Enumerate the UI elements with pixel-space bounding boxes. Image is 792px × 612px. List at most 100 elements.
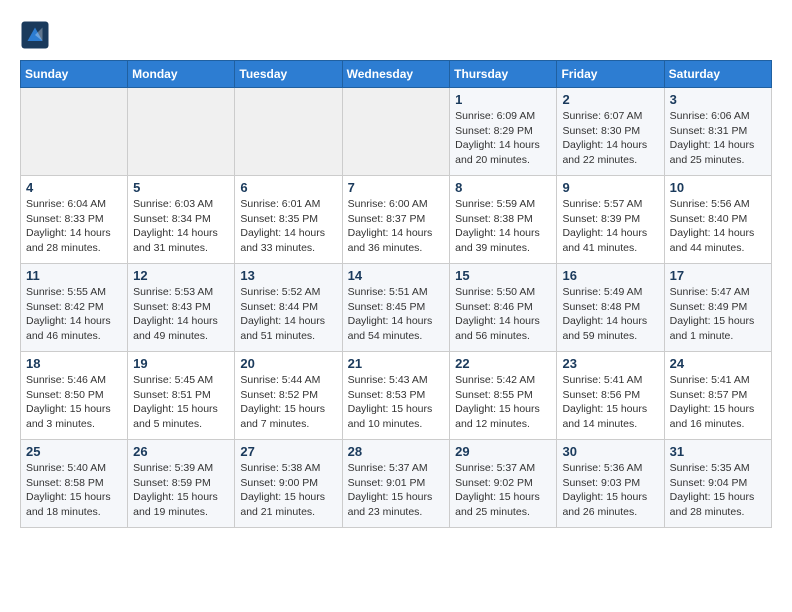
- day-number: 18: [26, 356, 122, 371]
- day-info: Sunrise: 5:45 AMSunset: 8:51 PMDaylight:…: [133, 373, 229, 432]
- calendar-cell: 29 Sunrise: 5:37 AMSunset: 9:02 PMDayligh…: [450, 440, 557, 528]
- day-info: Sunrise: 6:03 AMSunset: 8:34 PMDaylight:…: [133, 197, 229, 256]
- calendar-week-3: 11 Sunrise: 5:55 AMSunset: 8:42 PMDayligh…: [21, 264, 772, 352]
- day-number: 8: [455, 180, 551, 195]
- calendar-cell: 25 Sunrise: 5:40 AMSunset: 8:58 PMDayligh…: [21, 440, 128, 528]
- calendar-cell: 12 Sunrise: 5:53 AMSunset: 8:43 PMDayligh…: [128, 264, 235, 352]
- day-number: 27: [240, 444, 336, 459]
- day-info: Sunrise: 5:55 AMSunset: 8:42 PMDaylight:…: [26, 285, 122, 344]
- calendar-cell: 20 Sunrise: 5:44 AMSunset: 8:52 PMDayligh…: [235, 352, 342, 440]
- calendar-cell: 7 Sunrise: 6:00 AMSunset: 8:37 PMDaylight…: [342, 176, 450, 264]
- day-number: 22: [455, 356, 551, 371]
- day-info: Sunrise: 5:50 AMSunset: 8:46 PMDaylight:…: [455, 285, 551, 344]
- day-info: Sunrise: 5:41 AMSunset: 8:56 PMDaylight:…: [562, 373, 658, 432]
- calendar-cell: 30 Sunrise: 5:36 AMSunset: 9:03 PMDayligh…: [557, 440, 664, 528]
- calendar-week-4: 18 Sunrise: 5:46 AMSunset: 8:50 PMDayligh…: [21, 352, 772, 440]
- day-info: Sunrise: 5:56 AMSunset: 8:40 PMDaylight:…: [670, 197, 766, 256]
- calendar-cell: 10 Sunrise: 5:56 AMSunset: 8:40 PMDayligh…: [664, 176, 771, 264]
- calendar-cell: 23 Sunrise: 5:41 AMSunset: 8:56 PMDayligh…: [557, 352, 664, 440]
- day-info: Sunrise: 5:49 AMSunset: 8:48 PMDaylight:…: [562, 285, 658, 344]
- day-number: 4: [26, 180, 122, 195]
- day-number: 2: [562, 92, 658, 107]
- day-number: 16: [562, 268, 658, 283]
- day-number: 21: [348, 356, 445, 371]
- day-number: 3: [670, 92, 766, 107]
- day-number: 9: [562, 180, 658, 195]
- calendar-cell: 18 Sunrise: 5:46 AMSunset: 8:50 PMDayligh…: [21, 352, 128, 440]
- weekday-header-row: SundayMondayTuesdayWednesdayThursdayFrid…: [21, 61, 772, 88]
- day-info: Sunrise: 6:01 AMSunset: 8:35 PMDaylight:…: [240, 197, 336, 256]
- calendar-cell: 26Sunrise: 5:39 AMSunset: 8:59 PMDayligh…: [128, 440, 235, 528]
- day-info: Sunrise: 6:04 AMSunset: 8:33 PMDaylight:…: [26, 197, 122, 256]
- calendar-week-5: 25 Sunrise: 5:40 AMSunset: 8:58 PMDayligh…: [21, 440, 772, 528]
- day-number: 12: [133, 268, 229, 283]
- day-number: 25: [26, 444, 122, 459]
- day-number: 13: [240, 268, 336, 283]
- calendar-cell: 24Sunrise: 5:41 AMSunset: 8:57 PMDayligh…: [664, 352, 771, 440]
- calendar-cell: 28 Sunrise: 5:37 AMSunset: 9:01 PMDayligh…: [342, 440, 450, 528]
- day-number: 28: [348, 444, 445, 459]
- day-number: 15: [455, 268, 551, 283]
- day-info: Sunrise: 5:38 AMSunset: 9:00 PMDaylight:…: [240, 461, 336, 520]
- day-number: 1: [455, 92, 551, 107]
- calendar-cell: 5Sunrise: 6:03 AMSunset: 8:34 PMDaylight…: [128, 176, 235, 264]
- calendar-cell: 15 Sunrise: 5:50 AMSunset: 8:46 PMDayligh…: [450, 264, 557, 352]
- day-info: Sunrise: 5:46 AMSunset: 8:50 PMDaylight:…: [26, 373, 122, 432]
- calendar-cell: 6Sunrise: 6:01 AMSunset: 8:35 PMDaylight…: [235, 176, 342, 264]
- day-number: 10: [670, 180, 766, 195]
- calendar-cell: 14 Sunrise: 5:51 AMSunset: 8:45 PMDayligh…: [342, 264, 450, 352]
- calendar-cell: 9 Sunrise: 5:57 AMSunset: 8:39 PMDaylight…: [557, 176, 664, 264]
- day-info: Sunrise: 5:37 AMSunset: 9:01 PMDaylight:…: [348, 461, 445, 520]
- calendar-cell: 31 Sunrise: 5:35 AMSunset: 9:04 PMDayligh…: [664, 440, 771, 528]
- weekday-header-monday: Monday: [128, 61, 235, 88]
- weekday-header-sunday: Sunday: [21, 61, 128, 88]
- day-number: 11: [26, 268, 122, 283]
- weekday-header-thursday: Thursday: [450, 61, 557, 88]
- day-info: Sunrise: 5:42 AMSunset: 8:55 PMDaylight:…: [455, 373, 551, 432]
- day-number: 7: [348, 180, 445, 195]
- day-info: Sunrise: 5:57 AMSunset: 8:39 PMDaylight:…: [562, 197, 658, 256]
- calendar-cell: 11 Sunrise: 5:55 AMSunset: 8:42 PMDayligh…: [21, 264, 128, 352]
- calendar-cell: 19 Sunrise: 5:45 AMSunset: 8:51 PMDayligh…: [128, 352, 235, 440]
- day-info: Sunrise: 5:41 AMSunset: 8:57 PMDaylight:…: [670, 373, 766, 432]
- calendar-cell: 17Sunrise: 5:47 AMSunset: 8:49 PMDayligh…: [664, 264, 771, 352]
- day-number: 23: [562, 356, 658, 371]
- day-info: Sunrise: 5:43 AMSunset: 8:53 PMDaylight:…: [348, 373, 445, 432]
- day-number: 19: [133, 356, 229, 371]
- day-info: Sunrise: 5:40 AMSunset: 8:58 PMDaylight:…: [26, 461, 122, 520]
- day-number: 29: [455, 444, 551, 459]
- day-number: 30: [562, 444, 658, 459]
- day-number: 26: [133, 444, 229, 459]
- calendar-cell: [235, 88, 342, 176]
- calendar-table: SundayMondayTuesdayWednesdayThursdayFrid…: [20, 60, 772, 528]
- calendar-cell: [128, 88, 235, 176]
- logo-icon: [20, 20, 50, 50]
- day-info: Sunrise: 5:51 AMSunset: 8:45 PMDaylight:…: [348, 285, 445, 344]
- day-info: Sunrise: 5:53 AMSunset: 8:43 PMDaylight:…: [133, 285, 229, 344]
- day-number: 31: [670, 444, 766, 459]
- calendar-cell: 21 Sunrise: 5:43 AMSunset: 8:53 PMDayligh…: [342, 352, 450, 440]
- calendar-cell: 4 Sunrise: 6:04 AMSunset: 8:33 PMDaylight…: [21, 176, 128, 264]
- calendar-cell: 16 Sunrise: 5:49 AMSunset: 8:48 PMDayligh…: [557, 264, 664, 352]
- day-info: Sunrise: 5:59 AMSunset: 8:38 PMDaylight:…: [455, 197, 551, 256]
- day-info: Sunrise: 5:47 AMSunset: 8:49 PMDaylight:…: [670, 285, 766, 344]
- weekday-header-tuesday: Tuesday: [235, 61, 342, 88]
- weekday-header-friday: Friday: [557, 61, 664, 88]
- calendar-week-2: 4 Sunrise: 6:04 AMSunset: 8:33 PMDaylight…: [21, 176, 772, 264]
- day-info: Sunrise: 5:36 AMSunset: 9:03 PMDaylight:…: [562, 461, 658, 520]
- calendar-cell: 3Sunrise: 6:06 AMSunset: 8:31 PMDaylight…: [664, 88, 771, 176]
- day-info: Sunrise: 5:37 AMSunset: 9:02 PMDaylight:…: [455, 461, 551, 520]
- calendar-cell: 8 Sunrise: 5:59 AMSunset: 8:38 PMDaylight…: [450, 176, 557, 264]
- day-info: Sunrise: 5:52 AMSunset: 8:44 PMDaylight:…: [240, 285, 336, 344]
- day-number: 14: [348, 268, 445, 283]
- weekday-header-saturday: Saturday: [664, 61, 771, 88]
- day-info: Sunrise: 6:07 AMSunset: 8:30 PMDaylight:…: [562, 109, 658, 168]
- day-info: Sunrise: 5:44 AMSunset: 8:52 PMDaylight:…: [240, 373, 336, 432]
- day-info: Sunrise: 5:35 AMSunset: 9:04 PMDaylight:…: [670, 461, 766, 520]
- calendar-cell: 27 Sunrise: 5:38 AMSunset: 9:00 PMDayligh…: [235, 440, 342, 528]
- calendar-cell: 22 Sunrise: 5:42 AMSunset: 8:55 PMDayligh…: [450, 352, 557, 440]
- day-info: Sunrise: 6:00 AMSunset: 8:37 PMDaylight:…: [348, 197, 445, 256]
- day-number: 20: [240, 356, 336, 371]
- calendar-cell: 1Sunrise: 6:09 AMSunset: 8:29 PMDaylight…: [450, 88, 557, 176]
- page-header: [20, 20, 772, 50]
